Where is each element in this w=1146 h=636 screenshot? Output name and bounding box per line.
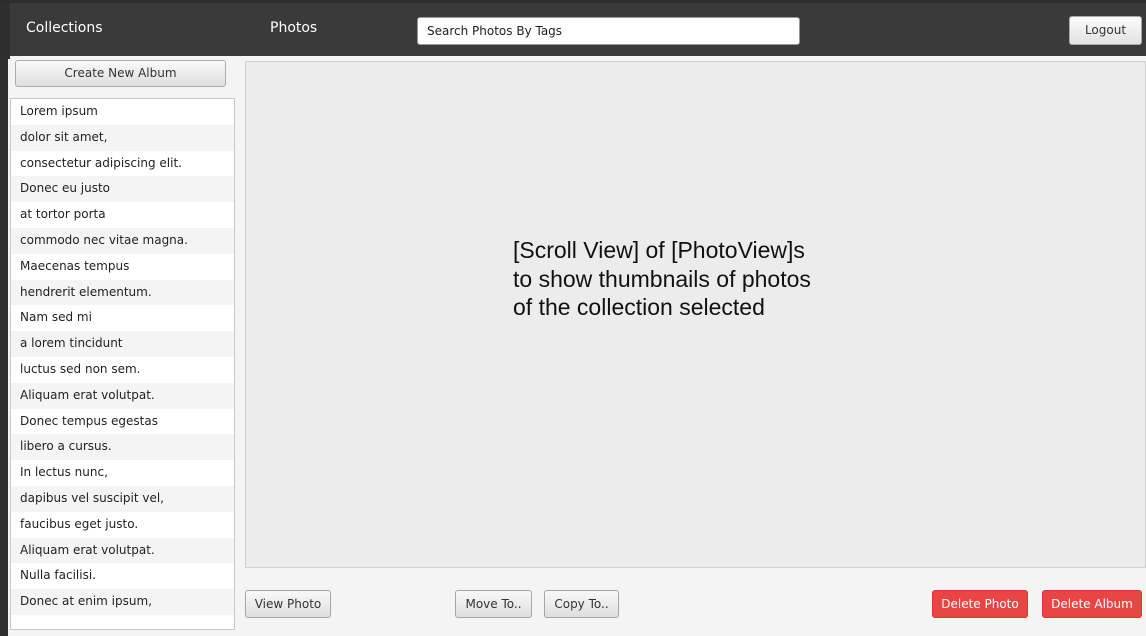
album-list-item[interactable]: libero a cursus. xyxy=(11,434,234,461)
album-list-item[interactable]: a lorem tincidunt xyxy=(11,331,234,357)
window-edge xyxy=(0,3,10,59)
photo-scroll-view[interactable]: [Scroll View] of [PhotoView]s to show th… xyxy=(245,61,1146,568)
album-list-item[interactable]: Aliquam erat volutpat. xyxy=(11,537,234,564)
top-bar: Collections Photos Logout xyxy=(0,0,1146,59)
album-list-item[interactable]: consectetur adipiscing elit. xyxy=(11,150,234,177)
album-list-item[interactable]: Donec at enim ipsum, xyxy=(11,589,234,615)
delete-photo-button[interactable]: Delete Photo xyxy=(932,590,1028,618)
album-list-item[interactable]: commodo nec vitae magna. xyxy=(11,227,234,254)
album-list-item[interactable]: dolor sit amet, xyxy=(11,124,234,151)
album-list-item[interactable]: Aliquam erat volutpat. xyxy=(11,382,234,409)
album-list-item[interactable]: dapibus vel suscipit vel, xyxy=(11,485,234,512)
view-photo-button[interactable]: View Photo xyxy=(245,590,331,618)
photo-view-placeholder-text: [Scroll View] of [PhotoView]s to show th… xyxy=(513,237,811,320)
create-new-album-button[interactable]: Create New Album xyxy=(15,60,226,87)
album-list-item[interactable]: Donec tempus egestas xyxy=(11,408,234,435)
delete-album-button[interactable]: Delete Album xyxy=(1042,590,1142,618)
search-box[interactable] xyxy=(417,17,800,45)
nav-collections[interactable]: Collections xyxy=(26,20,103,36)
photo-library-app: Collections Photos Logout Create New Alb… xyxy=(0,0,1146,636)
album-list-item[interactable]: Lorem ipsum xyxy=(11,99,234,125)
search-input[interactable] xyxy=(427,18,799,44)
album-list-item[interactable]: In lectus nunc, xyxy=(11,460,234,486)
album-list-item[interactable]: hendrerit elementum. xyxy=(11,279,234,306)
copy-to-button[interactable]: Copy To.. xyxy=(544,590,619,618)
album-list-item[interactable]: Maecenas tempus xyxy=(11,253,234,280)
album-list-item[interactable]: faucibus eget justo. xyxy=(11,511,234,538)
album-list[interactable]: Lorem ipsum dolor sit amet, consectetur ad… xyxy=(10,98,235,630)
nav-photos[interactable]: Photos xyxy=(270,20,317,36)
album-list-item[interactable]: Nam sed mi xyxy=(11,305,234,332)
album-list-item[interactable]: at tortor porta xyxy=(11,202,234,228)
window-edge-body xyxy=(0,56,8,636)
album-list-item[interactable]: Nulla facilisi. xyxy=(11,563,234,590)
album-list-item[interactable]: Donec eu justo xyxy=(11,176,234,203)
album-list-item[interactable]: luctus sed non sem. xyxy=(11,356,234,383)
move-to-button[interactable]: Move To.. xyxy=(455,590,532,618)
logout-button[interactable]: Logout xyxy=(1069,16,1142,45)
